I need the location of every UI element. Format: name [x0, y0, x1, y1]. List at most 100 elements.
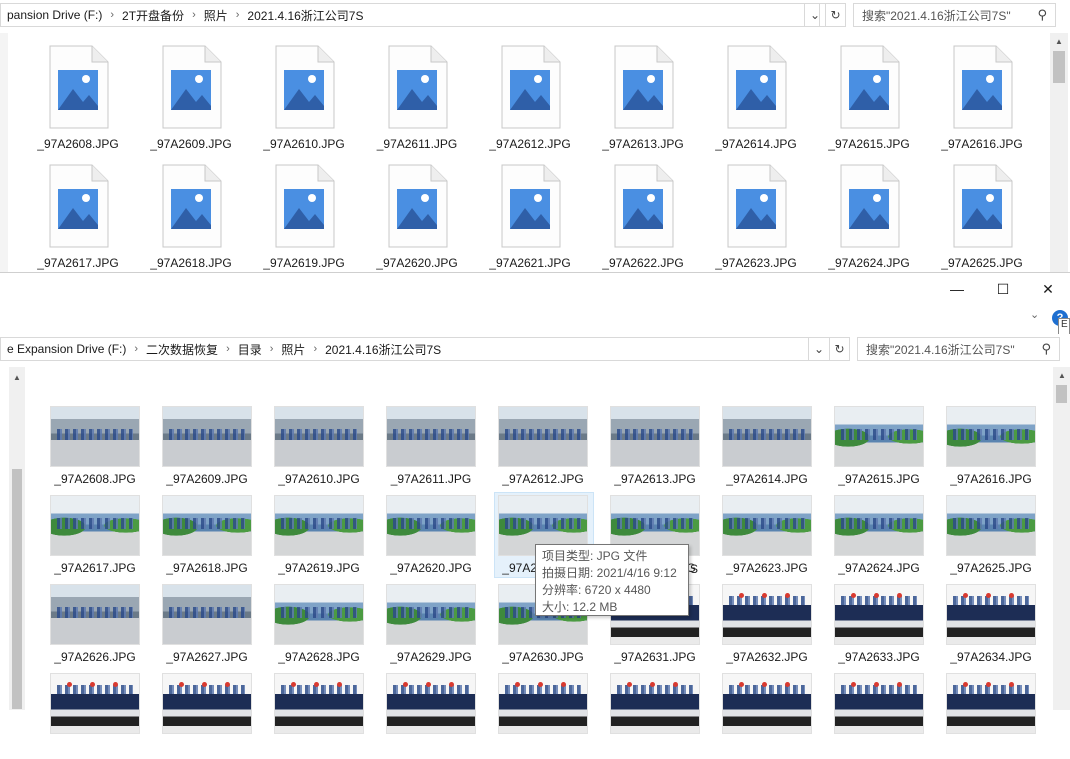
file-item[interactable]: _97A2613.JPG [593, 44, 693, 156]
minimize-button[interactable]: — [934, 273, 980, 305]
scroll-thumb[interactable] [1053, 51, 1065, 83]
bottom-address-bar[interactable]: e Expansion Drive (F:) › 二次数据恢复 › 目录 › 照片 › 2021… [0, 337, 830, 361]
file-item[interactable] [381, 673, 481, 759]
file-item[interactable]: _97A2625.JPG [941, 495, 1041, 581]
file-item[interactable] [717, 673, 817, 759]
photo-thumbnail [386, 406, 476, 467]
file-item[interactable]: _97A2609.JPG [141, 44, 241, 156]
scroll-up-arrow-icon[interactable]: ▲ [9, 369, 25, 385]
file-item[interactable]: _97A2612.JPG [480, 44, 580, 156]
file-item[interactable]: _97A2623.JPG [717, 495, 817, 581]
file-item[interactable] [45, 673, 145, 759]
file-item[interactable]: _97A2620.JPG [367, 163, 467, 275]
file-item[interactable]: _97A2632.JPG [717, 584, 817, 670]
file-name: _97A2626.JPG [54, 650, 136, 664]
file-item[interactable]: _97A2608.JPG [28, 44, 128, 156]
bottom-vertical-scrollbar[interactable]: ▲ [1053, 367, 1070, 710]
file-item[interactable]: _97A2628.JPG [269, 584, 369, 670]
thumbnail-red-hat [761, 682, 767, 688]
breadcrumb-separator-icon[interactable]: › [224, 343, 232, 355]
file-item[interactable]: _97A2622.JPG [593, 163, 693, 275]
file-item[interactable]: _97A2616.JPG [941, 406, 1041, 492]
file-item[interactable]: _97A2618.JPG [141, 163, 241, 275]
breadcrumb-item[interactable]: 二次数据恢复 [140, 341, 224, 358]
file-item[interactable]: _97A2617.JPG [45, 495, 145, 581]
bottom-search-input[interactable]: 搜索"2021.4.16浙江公司7S" ⚲ [857, 337, 1060, 361]
file-item[interactable]: _97A2619.JPG [269, 495, 369, 581]
chevron-down-icon[interactable]: ⌄ [805, 4, 825, 26]
tooltip-resolution: 分辨率: 6720 x 4480 [542, 583, 651, 597]
file-item[interactable]: _97A2629.JPG [381, 584, 481, 670]
file-name: _97A2631.JPG [614, 650, 696, 664]
file-item[interactable]: _97A2620.JPG [381, 495, 481, 581]
thumbnail-red-hat [784, 593, 790, 599]
file-item[interactable]: _97A2610.JPG [269, 406, 369, 492]
file-item[interactable]: _97A2617.JPG [28, 163, 128, 275]
file-item[interactable]: _97A2634.JPG [941, 584, 1041, 670]
file-item[interactable]: _97A2612.JPG [493, 406, 593, 492]
file-item[interactable]: _97A2633.JPG [829, 584, 929, 670]
breadcrumb-item[interactable]: 照片 [275, 341, 311, 358]
file-item[interactable]: _97A2627.JPG [157, 584, 257, 670]
scroll-up-arrow-icon[interactable]: ▲ [1050, 33, 1068, 49]
close-button[interactable]: ✕ [1025, 273, 1070, 305]
breadcrumb-item[interactable]: e Expansion Drive (F:) [1, 342, 132, 356]
scroll-thumb[interactable] [1056, 385, 1067, 403]
file-item[interactable]: _97A2611.JPG [381, 406, 481, 492]
file-item[interactable] [269, 673, 369, 759]
nav-pane-scrollbar[interactable]: ▲ [9, 367, 25, 710]
file-item[interactable] [605, 673, 705, 759]
file-item[interactable] [157, 673, 257, 759]
file-item[interactable]: _97A2621.JPG [480, 163, 580, 275]
ribbon-expand-chevron-icon[interactable]: ⌄ [1030, 308, 1039, 321]
maximize-button[interactable]: ☐ [980, 273, 1026, 305]
top-vertical-scrollbar[interactable]: ▲ [1050, 33, 1068, 272]
file-item[interactable]: _97A2618.JPG [157, 495, 257, 581]
scroll-up-arrow-icon[interactable]: ▲ [1053, 367, 1070, 383]
breadcrumb-item[interactable]: 目录 [232, 341, 268, 358]
file-item[interactable]: _97A2615.JPG [829, 406, 929, 492]
file-item[interactable]: _97A2608.JPG [45, 406, 145, 492]
breadcrumb-item[interactable]: pansion Drive (F:) [1, 8, 108, 22]
file-item[interactable] [493, 673, 593, 759]
breadcrumb-separator-icon[interactable]: › [268, 343, 276, 355]
file-item[interactable]: _97A2610.JPG [254, 44, 354, 156]
file-item[interactable]: _97A2614.JPG [706, 44, 806, 156]
file-item[interactable]: _97A2619.JPG [254, 163, 354, 275]
photo-thumbnail [834, 495, 924, 556]
file-item[interactable]: _97A2613.JPG [605, 406, 705, 492]
file-item[interactable] [941, 673, 1041, 759]
file-item[interactable]: _97A2609.JPG [157, 406, 257, 492]
breadcrumb-separator-icon[interactable]: › [234, 9, 242, 21]
file-item[interactable]: _97A2625.JPG [932, 163, 1032, 275]
file-item[interactable]: _97A2614.JPG [717, 406, 817, 492]
file-item[interactable]: _97A2623.JPG [706, 163, 806, 275]
top-address-bar[interactable]: pansion Drive (F:) › 2T开盘备份 › 照片 › 2021.4.16浙江… [0, 3, 820, 27]
thumbnail-people [505, 429, 581, 441]
refresh-icon[interactable]: ↻ [829, 338, 849, 360]
breadcrumb-separator-icon[interactable]: › [108, 9, 116, 21]
breadcrumb-item[interactable]: 照片 [198, 7, 234, 24]
breadcrumb-separator-icon[interactable]: › [190, 9, 198, 21]
file-item[interactable]: _97A2626.JPG [45, 584, 145, 670]
file-item[interactable]: _97A2611.JPG [367, 44, 467, 156]
image-file-icon [385, 44, 449, 130]
file-item[interactable] [829, 673, 929, 759]
search-icon[interactable]: ⚲ [1037, 7, 1047, 23]
breadcrumb-item[interactable]: 2021.4.16浙江公司7S [241, 7, 369, 24]
refresh-icon[interactable]: ↻ [825, 4, 845, 26]
breadcrumb-separator-icon[interactable]: › [132, 343, 140, 355]
thumbnail-red-hat [761, 593, 767, 599]
file-item[interactable]: _97A2624.JPG [829, 495, 929, 581]
top-search-input[interactable]: 搜索"2021.4.16浙江公司7S" ⚲ [853, 3, 1056, 27]
breadcrumb-separator-icon[interactable]: › [311, 343, 319, 355]
breadcrumb-item[interactable]: 2021.4.16浙江公司7S [319, 341, 447, 358]
file-item[interactable]: _97A2616.JPG [932, 44, 1032, 156]
nav-scroll-thumb[interactable] [12, 469, 22, 709]
file-item[interactable]: _97A2615.JPG [819, 44, 919, 156]
breadcrumb-item[interactable]: 2T开盘备份 [116, 7, 190, 24]
thumbnail-people [57, 518, 133, 530]
chevron-down-icon[interactable]: ⌄ [809, 338, 829, 360]
file-item[interactable]: _97A2624.JPG [819, 163, 919, 275]
search-icon[interactable]: ⚲ [1041, 341, 1051, 357]
